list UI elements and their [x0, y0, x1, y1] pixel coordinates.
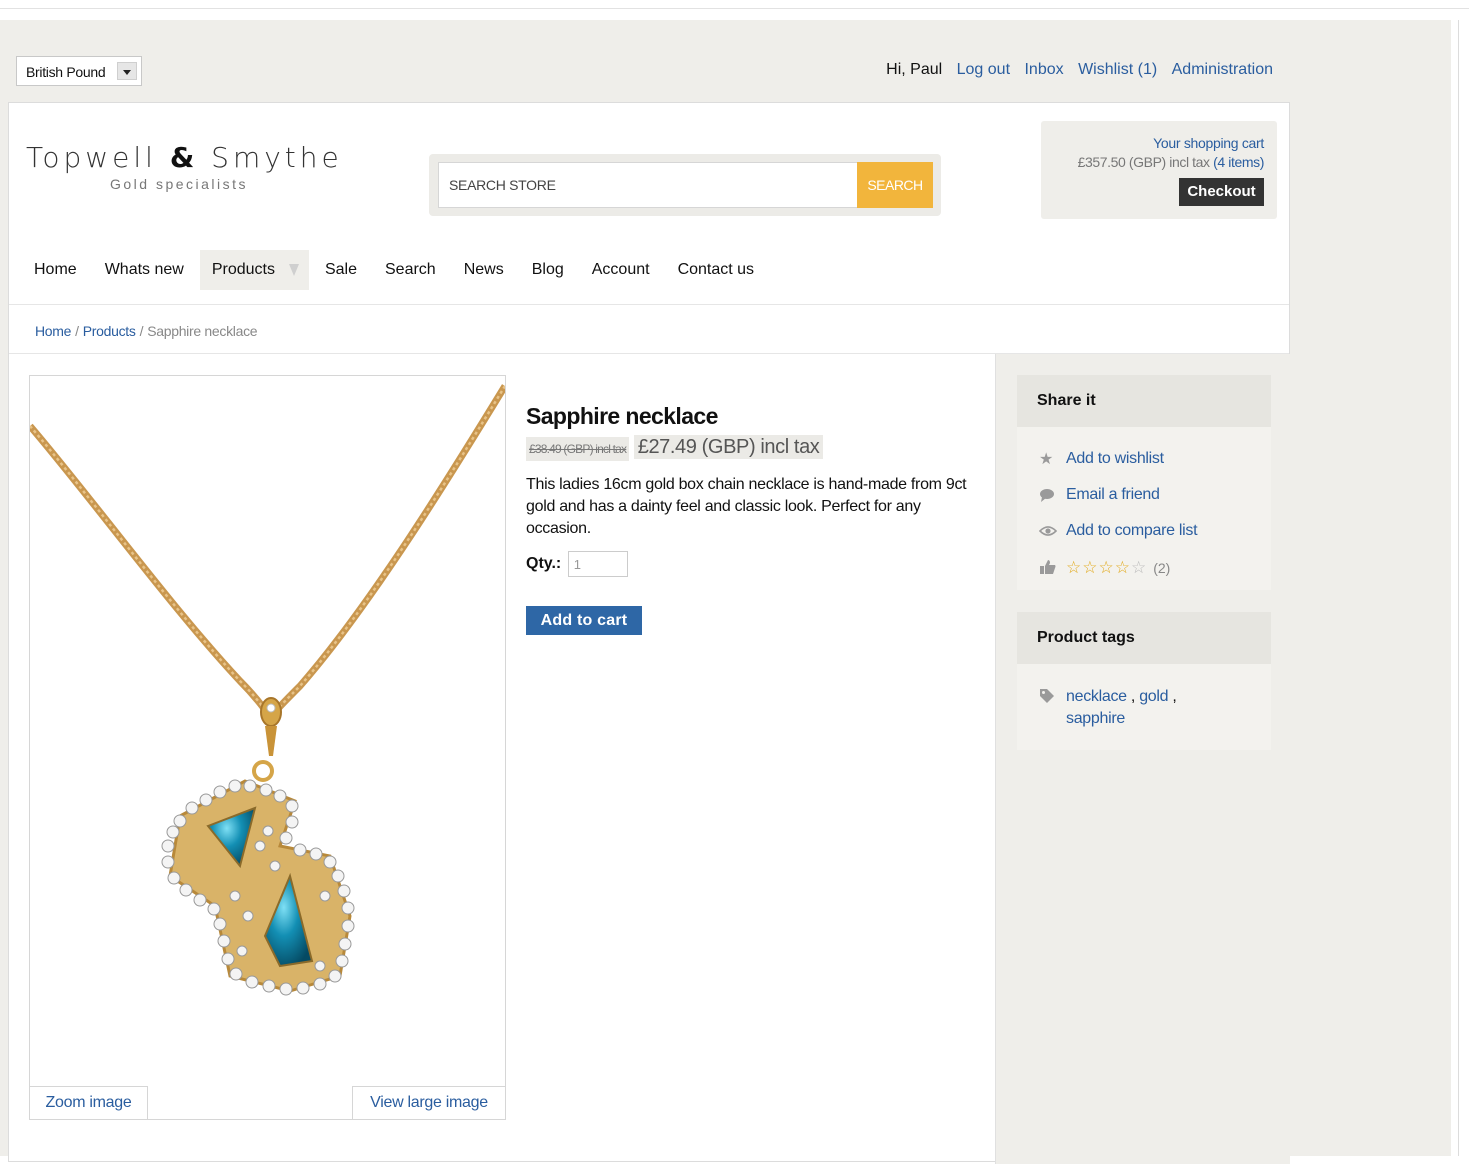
nav-item-products-label: Products [211, 261, 275, 278]
product-details: Sapphire necklace £38.49 (GBP) incl tax … [526, 403, 976, 635]
star-empty-icon: ☆ [1130, 558, 1148, 577]
nav-item-search[interactable]: Search [373, 250, 448, 290]
administration-link[interactable]: Administration [1172, 61, 1273, 78]
nav-item-contact-us[interactable]: Contact us [666, 250, 766, 290]
rating-count: (2) [1153, 560, 1171, 576]
product-image[interactable] [29, 375, 506, 1120]
add-to-compare-link[interactable]: Add to compare list [1066, 522, 1198, 540]
shopping-cart-summary: Your shopping cart £357.50 (GBP) incl ta… [1041, 121, 1277, 219]
nav-item-products[interactable]: Products [199, 250, 309, 290]
email-friend-link[interactable]: Email a friend [1066, 486, 1160, 504]
current-price: £27.49 (GBP) incl tax [633, 435, 824, 459]
nav-item-whats-new[interactable]: Whats new [93, 250, 196, 290]
dropdown-arrow-icon [288, 264, 299, 276]
cart-total-amount: £357.50 (GBP) incl tax [1077, 154, 1210, 170]
quantity-label: Qty.: [526, 555, 562, 573]
tag-icon [1039, 688, 1055, 711]
zoom-image-button[interactable]: Zoom image [29, 1086, 148, 1120]
necklace-image [30, 384, 505, 996]
product-tags-panel: Product tags necklace , gold , sapphire [1017, 612, 1271, 750]
logo-name-right: Smythe [211, 141, 343, 174]
breadcrumb-home[interactable]: Home [35, 323, 71, 339]
logo-name-left: Topwell [26, 141, 157, 174]
add-to-wishlist-link[interactable]: Add to wishlist [1066, 450, 1164, 468]
share-panel: Share it ★ Add to wishlist Email a frien… [1017, 375, 1271, 590]
logo-wordmark: Topwell & Smythe [26, 141, 346, 174]
product-prices: £38.49 (GBP) incl tax £27.49 (GBP) incl … [526, 435, 976, 464]
old-price: £38.49 (GBP) incl tax [526, 437, 630, 461]
checkout-button[interactable]: Checkout [1179, 178, 1264, 206]
nav-item-news[interactable]: News [452, 250, 516, 290]
shopping-cart-link[interactable]: Your shopping cart [1153, 135, 1264, 151]
search-box: SEARCH STORE SEARCH [429, 154, 941, 216]
breadcrumb: Home / Products / Sapphire necklace [35, 323, 258, 339]
view-large-image-button[interactable]: View large image [352, 1086, 506, 1120]
product-tags-heading: Product tags [1017, 612, 1271, 664]
logout-link[interactable]: Log out [957, 61, 1010, 78]
product-title: Sapphire necklace [526, 403, 718, 429]
main-navigation: Home Whats new Products Sale Search News… [22, 250, 770, 290]
add-to-cart-button[interactable]: Add to cart [526, 606, 642, 635]
nav-divider [9, 304, 1289, 305]
chevron-down-icon[interactable] [117, 62, 137, 80]
quantity-row: Qty.: [526, 551, 976, 579]
main-container: Topwell & Smythe Gold specialists SEARCH… [8, 102, 1290, 1164]
site-logo[interactable]: Topwell & Smythe Gold specialists [26, 141, 346, 192]
star-icon: ★ [1039, 451, 1054, 468]
add-to-compare-row[interactable]: Add to compare list [1017, 513, 1271, 549]
tag-link[interactable]: sapphire [1066, 710, 1125, 727]
quantity-input[interactable] [567, 551, 628, 577]
nav-item-blog[interactable]: Blog [520, 250, 576, 290]
rating-stars[interactable]: ☆☆☆☆☆ (2) [1066, 558, 1170, 578]
search-input[interactable]: SEARCH STORE [438, 162, 858, 208]
user-links: Hi, Paul Log out Inbox Wishlist (1) Admi… [886, 61, 1273, 79]
currency-selected-label: British Pound [26, 64, 106, 80]
speech-bubble-icon [1039, 487, 1057, 505]
nav-item-home[interactable]: Home [22, 250, 89, 290]
cart-item-count[interactable]: (4 items) [1213, 154, 1264, 170]
eye-icon [1038, 523, 1058, 541]
email-friend-row[interactable]: Email a friend [1017, 477, 1271, 513]
tag-link[interactable]: gold [1139, 688, 1168, 705]
top-divider [0, 8, 1469, 9]
cart-total: £357.50 (GBP) incl tax (4 items) [1077, 154, 1265, 170]
inbox-link[interactable]: Inbox [1024, 61, 1063, 78]
search-button[interactable]: SEARCH [857, 162, 933, 208]
rating-row: ☆☆☆☆☆ (2) [1017, 549, 1271, 585]
currency-select[interactable]: British Pound [16, 56, 142, 86]
breadcrumb-products[interactable]: Products [83, 323, 136, 339]
add-to-wishlist-row[interactable]: ★ Add to wishlist [1017, 441, 1271, 477]
product-description: This ladies 16cm gold box chain necklace… [526, 476, 967, 537]
user-greeting: Hi, Paul [886, 61, 943, 78]
tag-link[interactable]: necklace [1066, 688, 1127, 705]
star-filled-icon: ☆☆☆☆ [1066, 558, 1131, 577]
breadcrumb-separator: / [75, 323, 79, 339]
nav-item-account[interactable]: Account [580, 250, 662, 290]
share-heading: Share it [1017, 375, 1271, 427]
tag-list: necklace , gold , sapphire [1017, 664, 1271, 748]
page-scroll-edge [1458, 20, 1469, 1156]
nav-item-sale[interactable]: Sale [313, 250, 369, 290]
sidebar: Share it ★ Add to wishlist Email a frien… [995, 354, 1290, 1164]
wishlist-link[interactable]: Wishlist (1) [1078, 61, 1157, 78]
logo-tagline: Gold specialists [110, 176, 249, 192]
breadcrumb-separator: / [139, 323, 144, 339]
logo-ampersand: & [169, 141, 199, 174]
breadcrumb-current: Sapphire necklace [147, 323, 258, 339]
thumbs-up-icon [1039, 559, 1057, 577]
